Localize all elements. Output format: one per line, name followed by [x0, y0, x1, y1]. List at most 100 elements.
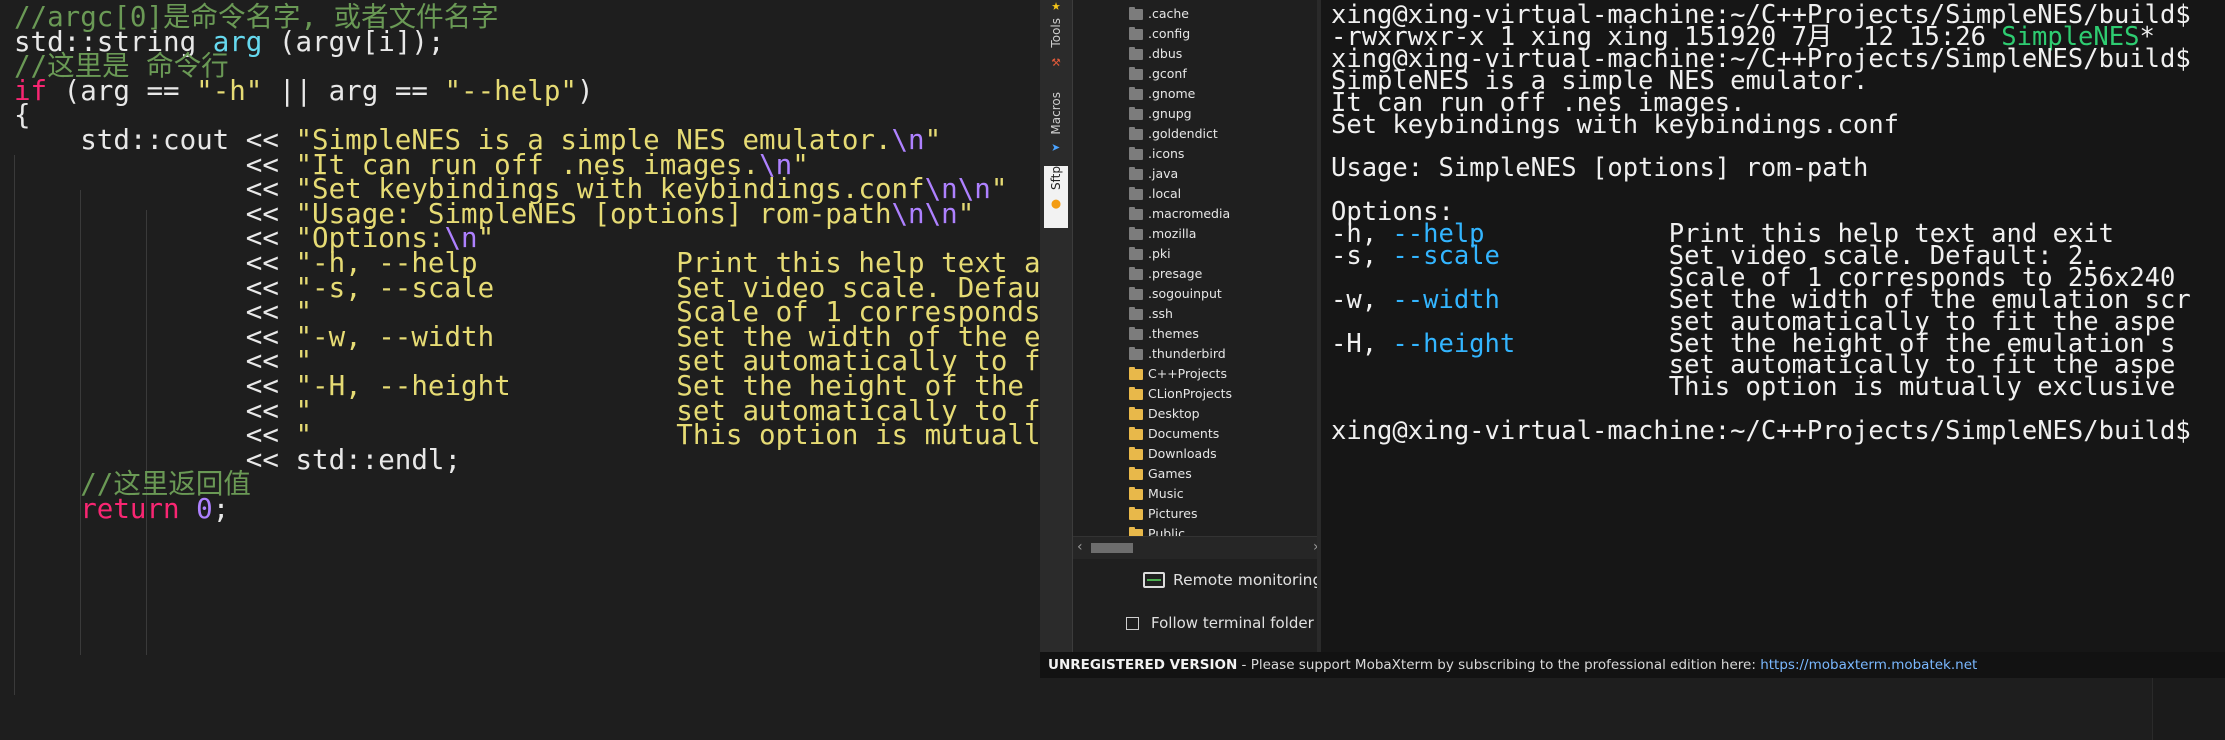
sftp-folder-item[interactable]: Desktop — [1129, 404, 1200, 424]
tab-tools-label: Tools — [1049, 18, 1063, 48]
folder-icon — [1129, 46, 1143, 60]
folder-name: .local — [1148, 186, 1182, 201]
star-icon[interactable]: ★ — [1044, 0, 1068, 14]
folder-name: Downloads — [1148, 446, 1217, 461]
folder-icon — [1129, 506, 1143, 520]
sftp-folder-item[interactable]: .themes — [1129, 324, 1199, 344]
tab-macros-label: Macros — [1049, 92, 1063, 135]
folder-name: .mozilla — [1148, 226, 1197, 241]
checkbox-icon[interactable] — [1126, 616, 1139, 630]
tab-sftp-label: Sftp — [1049, 166, 1063, 190]
folder-icon — [1129, 146, 1143, 160]
sftp-folder-item[interactable]: .goldendict — [1129, 124, 1218, 144]
sftp-folder-item[interactable]: Pictures — [1129, 504, 1198, 524]
terminal[interactable]: xing@xing-virtual-machine:~/C++Projects/… — [1317, 0, 2225, 655]
scroll-left-arrow-icon[interactable]: ‹ — [1077, 539, 1083, 555]
token: (arg == — [47, 74, 197, 107]
folder-name: Desktop — [1148, 406, 1200, 421]
mobatek-link[interactable]: https://mobaxterm.mobatek.net — [1760, 657, 1977, 673]
sftp-folder-item[interactable]: Downloads — [1129, 444, 1217, 464]
folder-icon — [1129, 406, 1143, 420]
folder-icon — [1129, 86, 1143, 100]
token: This option is mutually exclusive — [1331, 372, 2176, 403]
folder-name: Music — [1148, 486, 1184, 501]
sftp-folder-item[interactable]: .sogouinput — [1129, 284, 1222, 304]
folder-name: .themes — [1148, 326, 1199, 341]
scroll-thumb[interactable] — [1091, 543, 1133, 553]
follow-terminal-folder-label: Follow terminal folder — [1151, 614, 1314, 632]
folder-icon — [1129, 326, 1143, 340]
token: 0 — [196, 493, 213, 525]
sftp-icon: ● — [1051, 193, 1061, 212]
folder-name: .goldendict — [1148, 126, 1218, 141]
folder-name: .presage — [1148, 266, 1203, 281]
folder-icon — [1129, 486, 1143, 500]
sftp-folder-item[interactable]: .pki — [1129, 244, 1171, 264]
sftp-folder-item[interactable]: CLionProjects — [1129, 384, 1232, 404]
token: "-h" — [196, 74, 263, 107]
folder-name: .gnupg — [1148, 106, 1192, 121]
folder-name: .thunderbird — [1148, 346, 1226, 361]
sftp-folder-item[interactable]: .config — [1129, 24, 1190, 44]
folder-icon — [1129, 126, 1143, 140]
folder-icon — [1129, 346, 1143, 360]
folder-icon — [1129, 106, 1143, 120]
follow-terminal-folder-checkbox[interactable]: Follow terminal folder — [1126, 612, 1314, 634]
folder-name: .sogouinput — [1148, 286, 1222, 301]
sftp-horizontal-scrollbar[interactable]: ‹ › — [1073, 536, 1350, 559]
token: xing@xing-virtual-machine:~/C++Projects/… — [1331, 416, 2191, 447]
sftp-panel: .cache .config .dbus .gconf .gnome .gnupg .gol… — [1073, 0, 1352, 655]
folder-name: .dbus — [1148, 46, 1183, 61]
folder-name: .java — [1148, 166, 1179, 181]
folder-name: CLionProjects — [1148, 386, 1233, 401]
tab-tools[interactable]: Tools ⚒ — [1044, 18, 1068, 90]
token: || arg == — [262, 74, 445, 107]
sftp-folder-item[interactable]: .presage — [1129, 264, 1202, 284]
folder-name: .icons — [1148, 146, 1185, 161]
token: ) — [576, 74, 594, 107]
folder-icon — [1129, 66, 1143, 80]
token: " — [957, 197, 975, 230]
sftp-folder-item[interactable]: .gnome — [1129, 84, 1195, 104]
sftp-folder-item[interactable]: .mozilla — [1129, 224, 1196, 244]
token: (argv[i]); — [262, 25, 445, 58]
terminal-line: Set keybindings with keybindings.conf — [1331, 110, 1899, 141]
folder-icon — [1129, 306, 1143, 320]
sftp-folder-item[interactable]: Games — [1129, 464, 1192, 484]
sftp-folder-item[interactable]: .local — [1129, 184, 1181, 204]
folder-icon — [1129, 206, 1143, 220]
sftp-folder-item[interactable]: C++Projects — [1129, 364, 1227, 384]
sftp-folder-item[interactable]: Music — [1129, 484, 1184, 504]
code-line: return 0; — [14, 492, 229, 527]
sftp-folder-item[interactable]: .macromedia — [1129, 204, 1230, 224]
folder-name: .config — [1148, 26, 1191, 41]
sftp-folder-item[interactable]: .gnupg — [1129, 104, 1192, 124]
tab-macros[interactable]: Macros ➤ — [1044, 92, 1068, 162]
sftp-folder-item[interactable]: .cache — [1129, 4, 1189, 24]
sftp-file-tree: .cache .config .dbus .gconf .gnome .gnupg .gol… — [1073, 0, 1331, 540]
sftp-folder-item[interactable]: .thunderbird — [1129, 344, 1226, 364]
remote-monitoring-button[interactable]: Remote monitoring — [1143, 568, 1322, 592]
status-bar: UNREGISTERED VERSION - Please support Mo… — [1040, 652, 2225, 678]
sftp-folder-item[interactable]: .java — [1129, 164, 1178, 184]
sftp-folder-item[interactable]: .ssh — [1129, 304, 1173, 324]
sftp-folder-item[interactable]: Documents — [1129, 424, 1219, 444]
token: Usage: SimpleNES [options] rom-path — [1331, 153, 1869, 184]
folder-icon — [1129, 26, 1143, 40]
tools-icon: ⚒ — [1051, 51, 1061, 70]
folder-name: Documents — [1148, 426, 1220, 441]
folder-name: .cache — [1148, 6, 1189, 21]
tab-sftp[interactable]: Sftp ● — [1044, 166, 1068, 228]
folder-name: .macromedia — [1148, 206, 1231, 221]
terminal-line: This option is mutually exclusive — [1331, 372, 2176, 403]
folder-name: .gnome — [1148, 86, 1196, 101]
folder-icon — [1129, 366, 1143, 380]
sftp-folder-item[interactable]: .dbus — [1129, 44, 1182, 64]
folder-icon — [1129, 426, 1143, 440]
folder-name: Games — [1148, 466, 1192, 481]
sftp-folder-item[interactable]: .gconf — [1129, 64, 1187, 84]
sftp-folder-item[interactable]: .icons — [1129, 144, 1184, 164]
folder-icon — [1129, 286, 1143, 300]
